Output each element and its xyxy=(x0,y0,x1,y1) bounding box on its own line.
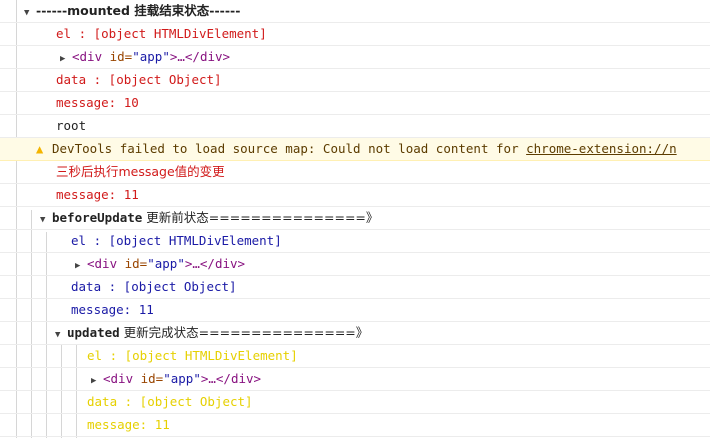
log-text: el : [object HTMLDivElement] xyxy=(56,26,267,41)
console-group-mounted[interactable]: ▼ ------mounted 挂载结束状态------ xyxy=(0,0,710,23)
log-text: 三秒后执行message值的变更 xyxy=(56,164,225,179)
triangle-down-icon[interactable]: ▼ xyxy=(24,2,36,22)
console-message: message: 11 xyxy=(0,184,710,207)
dom-tag-close: >…</div> xyxy=(184,256,246,271)
log-text: data : [object Object] xyxy=(56,72,222,87)
log-text: data : [object Object] xyxy=(71,279,237,294)
log-text: message: 10 xyxy=(56,95,139,110)
console-message: data : [object Object] xyxy=(0,69,710,92)
group-header: ▼ updated 更新完成状态===============》 xyxy=(55,322,369,344)
log-text: el : [object HTMLDivElement] xyxy=(71,233,282,248)
dom-attr: id= xyxy=(133,371,164,386)
dom-tag-close: >…</div> xyxy=(169,49,231,64)
log-text: el : [object HTMLDivElement] xyxy=(87,348,298,363)
warning-content: ▲ DevTools failed to load source map: Cou… xyxy=(36,138,677,160)
console-group-before-update[interactable]: ▼ beforeUpdate 更新前状态===============》 xyxy=(0,207,710,230)
console-message: root xyxy=(0,115,710,138)
dom-attr-value: "app" xyxy=(147,256,185,271)
console-message: ▶ <div id="app">…</div> xyxy=(0,46,710,69)
group-subtitle: 更新前状态===============》 xyxy=(142,210,379,225)
group-title: beforeUpdate xyxy=(52,210,143,225)
console-warning: ▲ DevTools failed to load source map: Cou… xyxy=(0,138,710,161)
dom-tag-open: <div xyxy=(103,371,134,386)
warning-icon: ▲ xyxy=(36,142,44,156)
log-text: message: 11 xyxy=(56,187,139,202)
triangle-down-icon[interactable]: ▼ xyxy=(55,324,67,344)
dom-attr: id= xyxy=(102,49,133,64)
warning-text: DevTools failed to load source map: Coul… xyxy=(52,141,527,156)
group-subtitle: 更新完成状态===============》 xyxy=(119,325,369,340)
devtools-console: ▼ ------mounted 挂载结束状态------ el : [object… xyxy=(0,0,710,438)
source-map-link[interactable]: chrome-extension://n xyxy=(526,141,677,156)
dom-tag-open: <div xyxy=(87,256,118,271)
dom-attr-value: "app" xyxy=(132,49,170,64)
console-message: data : [object Object] xyxy=(0,276,710,299)
triangle-down-icon[interactable]: ▼ xyxy=(40,209,52,229)
triangle-right-icon[interactable]: ▶ xyxy=(75,255,87,275)
group-header: ▼ beforeUpdate 更新前状态===============》 xyxy=(40,207,379,229)
console-message: ▶ <div id="app">…</div> xyxy=(0,368,710,391)
group-label: ------mounted 挂载结束状态------ xyxy=(36,3,241,18)
log-text: root xyxy=(56,118,87,133)
dom-node[interactable]: ▶ <div id="app">…</div> xyxy=(75,253,246,275)
console-message: el : [object HTMLDivElement] xyxy=(0,23,710,46)
dom-node[interactable]: ▶ <div id="app">…</div> xyxy=(91,368,262,390)
dom-attr-value: "app" xyxy=(163,371,201,386)
triangle-right-icon[interactable]: ▶ xyxy=(91,370,103,390)
log-text: data : [object Object] xyxy=(87,394,253,409)
dom-tag-open: <div xyxy=(72,49,103,64)
log-text: message: 11 xyxy=(87,417,170,432)
console-group-updated[interactable]: ▼ updated 更新完成状态===============》 xyxy=(0,322,710,345)
dom-tag-close: >…</div> xyxy=(200,371,262,386)
console-message: data : [object Object] xyxy=(0,391,710,414)
dom-attr: id= xyxy=(117,256,148,271)
console-message: 三秒后执行message值的变更 xyxy=(0,161,710,184)
group-header: ▼ ------mounted 挂载结束状态------ xyxy=(24,0,241,22)
triangle-right-icon[interactable]: ▶ xyxy=(60,48,72,68)
group-title: updated xyxy=(67,325,120,340)
console-message: el : [object HTMLDivElement] xyxy=(0,345,710,368)
console-message: ▶ <div id="app">…</div> xyxy=(0,253,710,276)
console-message: message: 11 xyxy=(0,299,710,322)
console-message: message: 11 xyxy=(0,414,710,437)
dom-node[interactable]: ▶ <div id="app">…</div> xyxy=(60,46,231,68)
log-text: message: 11 xyxy=(71,302,154,317)
console-message: message: 10 xyxy=(0,92,710,115)
console-message: el : [object HTMLDivElement] xyxy=(0,230,710,253)
